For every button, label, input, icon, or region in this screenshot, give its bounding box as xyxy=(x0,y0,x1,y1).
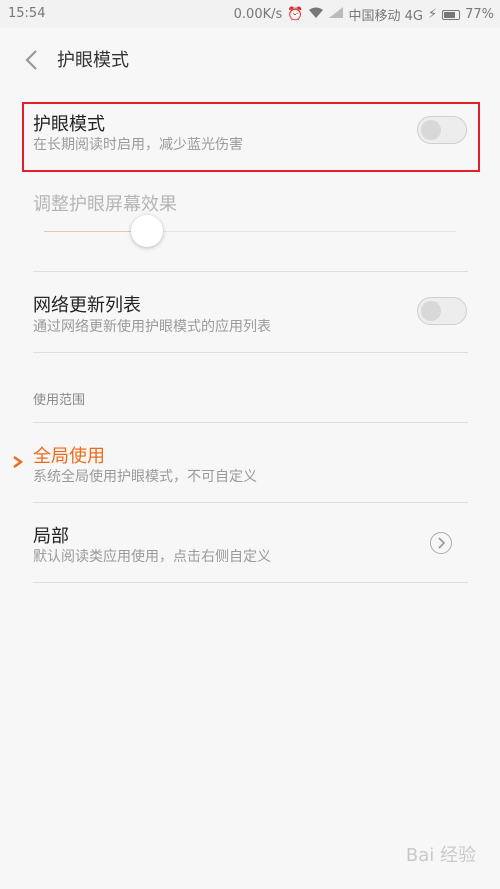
chevron-left-icon xyxy=(25,50,37,70)
eye-mode-row[interactable]: 护眼模式 在长期阅读时启用，减少蓝光伤害 xyxy=(0,104,500,170)
alarm-icon: ⏰ xyxy=(287,7,304,22)
title-bar: 护眼模式 xyxy=(0,28,500,92)
wifi-icon xyxy=(308,7,324,23)
watermark: Bai 经验 xyxy=(405,845,476,866)
page-title: 护眼模式 xyxy=(57,50,129,71)
status-right: 0.00K/s ⏰ 中国移动 4G ⚡ 77% xyxy=(234,5,494,24)
slider-thumb[interactable] xyxy=(131,215,163,247)
battery-percent: 77% xyxy=(465,7,494,22)
status-time: 15:54 xyxy=(8,6,46,21)
divider xyxy=(33,422,468,423)
divider xyxy=(33,271,468,272)
toggle-knob xyxy=(421,301,441,321)
back-button[interactable] xyxy=(18,46,46,74)
effect-title: 调整护眼屏幕效果 xyxy=(33,194,177,215)
eye-mode-title: 护眼模式 xyxy=(33,114,105,135)
signal-icon xyxy=(329,7,344,22)
status-bar: 15:54 0.00K/s ⏰ 中国移动 4G ⚡ 77% xyxy=(0,0,500,28)
carrier: 中国移动 4G xyxy=(348,9,423,24)
network-list-title: 网络更新列表 xyxy=(33,295,141,316)
scope-global-subtitle: 系统全局使用护眼模式，不可自定义 xyxy=(33,469,257,485)
battery-icon xyxy=(442,9,461,20)
eye-mode-toggle[interactable] xyxy=(417,116,467,144)
divider xyxy=(33,352,468,353)
scope-section-title: 使用范围 xyxy=(33,393,86,408)
effect-row: 调整护眼屏幕效果 xyxy=(0,188,500,268)
scope-global-title: 全局使用 xyxy=(33,446,105,467)
scope-partial-row[interactable]: 局部 默认阅读类应用使用，点击右侧自定义 xyxy=(0,518,500,580)
divider xyxy=(33,582,468,583)
net-speed: 0.00K/s xyxy=(233,7,283,22)
divider xyxy=(33,502,468,503)
scope-global-row[interactable]: 全局使用 系统全局使用护眼模式，不可自定义 xyxy=(0,438,500,500)
chevron-right-icon xyxy=(438,537,446,549)
eye-mode-subtitle: 在长期阅读时启用，减少蓝光伤害 xyxy=(33,137,243,153)
network-list-row[interactable]: 网络更新列表 通过网络更新使用护眼模式的应用列表 xyxy=(0,285,500,351)
charging-icon: ⚡ xyxy=(427,7,438,22)
scope-partial-subtitle: 默认阅读类应用使用，点击右侧自定义 xyxy=(33,549,271,565)
network-list-toggle[interactable] xyxy=(417,297,467,325)
customize-button[interactable] xyxy=(430,532,452,554)
network-list-subtitle: 通过网络更新使用护眼模式的应用列表 xyxy=(33,319,271,335)
scope-section: 使用范围 xyxy=(0,389,500,409)
scope-partial-title: 局部 xyxy=(33,526,69,547)
toggle-knob xyxy=(421,120,441,140)
effect-slider[interactable] xyxy=(44,215,456,247)
